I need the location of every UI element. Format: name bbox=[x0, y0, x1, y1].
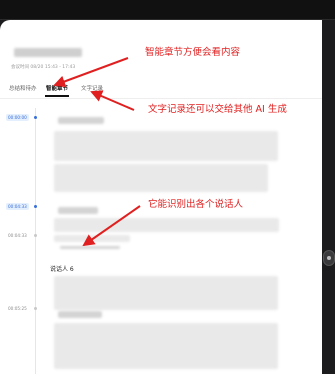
annotation-speakers: 它能识别出各个说话人 bbox=[148, 199, 244, 210]
arrow-transcript bbox=[90, 90, 135, 111]
annotation-chapters: 智能章节方便会看内容 bbox=[145, 47, 241, 58]
annotation-transcript: 文字记录还可以交给其他 AI 生成 bbox=[148, 104, 287, 115]
arrow-chapters bbox=[53, 57, 129, 88]
arrow-speakers bbox=[82, 205, 141, 247]
